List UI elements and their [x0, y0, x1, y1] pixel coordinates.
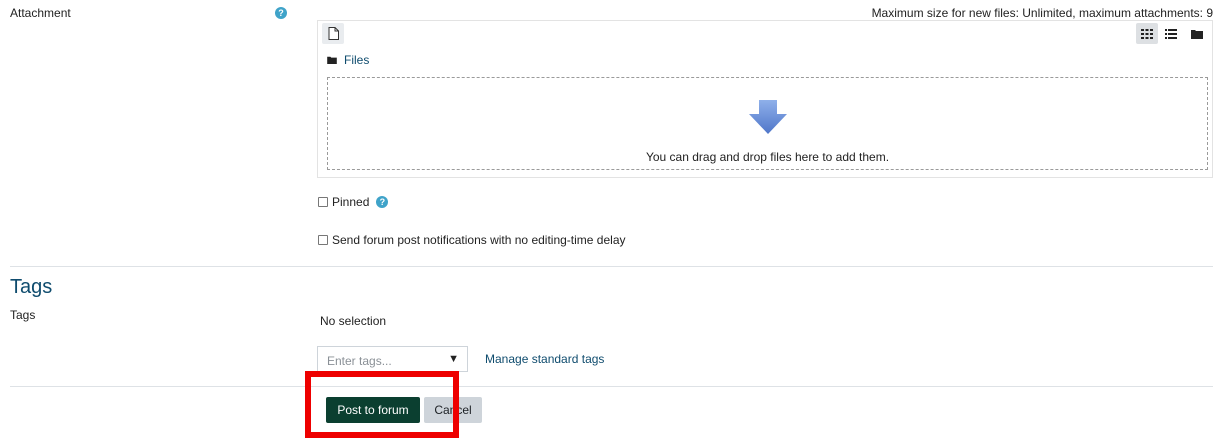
list-icon: [1165, 28, 1177, 39]
download-arrow-icon: [749, 100, 787, 137]
add-file-button[interactable]: [322, 23, 344, 44]
tags-field-label: Tags: [10, 308, 36, 322]
no-selection-text: No selection: [320, 314, 387, 328]
divider: [10, 386, 1213, 387]
view-tree-button[interactable]: [1186, 23, 1208, 44]
highlight-box: [305, 371, 459, 438]
tags-heading[interactable]: Tags: [10, 276, 52, 299]
notify-row: Send forum post notifications with no ed…: [318, 233, 626, 247]
pinned-help-icon[interactable]: ?: [376, 196, 389, 208]
pinned-checkbox[interactable]: [318, 197, 328, 207]
attachment-help-icon[interactable]: ?: [275, 7, 287, 19]
dropzone-text: You can drag and drop files here to add …: [645, 150, 890, 164]
notify-checkbox[interactable]: [318, 235, 328, 245]
grid-icon: [1141, 28, 1153, 39]
tags-input-placeholder: Enter tags...: [327, 354, 392, 368]
manage-tags-link[interactable]: Manage standard tags: [485, 352, 604, 366]
breadcrumb: Files: [327, 53, 369, 67]
notify-label: Send forum post notifications with no ed…: [332, 233, 626, 247]
max-size-text: Maximum size for new files: Unlimited, m…: [871, 6, 1213, 20]
view-icons-button[interactable]: [1136, 23, 1158, 44]
divider: [10, 266, 1213, 267]
folder-icon: [1191, 29, 1203, 39]
tags-input[interactable]: Enter tags... ▼: [317, 346, 468, 372]
pinned-row: Pinned ?: [318, 195, 389, 209]
pinned-label: Pinned: [332, 195, 370, 209]
file-icon: [328, 27, 339, 40]
folder-files-link[interactable]: Files: [344, 53, 369, 67]
chevron-down-icon[interactable]: ▼: [448, 353, 459, 365]
folder-icon: [327, 56, 337, 64]
attachment-label: Attachment: [10, 6, 71, 20]
view-list-button[interactable]: [1160, 23, 1182, 44]
